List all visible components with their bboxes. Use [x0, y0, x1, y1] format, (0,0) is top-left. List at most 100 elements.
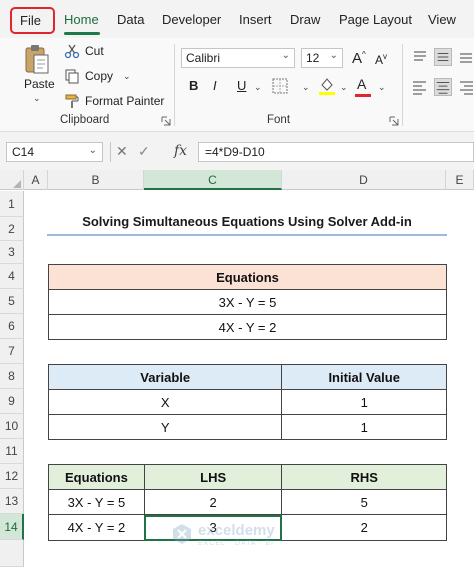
- row-header-11[interactable]: 11: [0, 439, 24, 464]
- initial-value-header[interactable]: Initial Value: [281, 364, 447, 390]
- row-header-8[interactable]: 8: [0, 364, 24, 389]
- align-left-icon[interactable]: [411, 78, 429, 96]
- column-header-d[interactable]: D: [282, 170, 446, 190]
- chevron-down-icon[interactable]: ⌄: [89, 145, 97, 156]
- lhs-header[interactable]: LHS: [143, 464, 283, 490]
- align-right-icon[interactable]: [457, 78, 474, 96]
- file-menu-button[interactable]: File: [10, 7, 55, 34]
- font-color-glyph: A: [357, 76, 367, 92]
- dialog-launcher-icon[interactable]: [161, 116, 171, 126]
- tab-data[interactable]: Data: [117, 12, 144, 27]
- tab-insert[interactable]: Insert: [239, 12, 272, 27]
- lhs-cell[interactable]: 2: [143, 489, 283, 515]
- watermark-tagline: EXCEL · DATA · BI: [198, 540, 274, 547]
- row-header-1[interactable]: 1: [0, 191, 24, 217]
- lhs-cell-active[interactable]: 3: [143, 514, 283, 541]
- font-size-select[interactable]: 12 ⌄: [301, 48, 343, 68]
- enter-icon[interactable]: ✓: [138, 143, 150, 160]
- table-row: 4X - Y = 2 3 2: [48, 514, 447, 541]
- row-header-15[interactable]: [0, 540, 24, 567]
- chevron-down-icon[interactable]: ⌄: [340, 82, 348, 93]
- row-header-4[interactable]: 4: [0, 264, 24, 289]
- row-header-9[interactable]: 9: [0, 389, 24, 414]
- bold-button[interactable]: B: [189, 78, 198, 93]
- row-header-3[interactable]: 3: [0, 241, 24, 264]
- table-row: Equations: [48, 264, 447, 290]
- column-header-a[interactable]: A: [24, 170, 48, 190]
- table-row: Equations LHS RHS: [48, 464, 447, 490]
- cancel-icon[interactable]: ✕: [116, 143, 128, 160]
- chevron-down-icon[interactable]: ⌄: [123, 71, 131, 82]
- variable-header[interactable]: Variable: [47, 364, 283, 390]
- fill-color-icon[interactable]: [318, 76, 336, 96]
- tab-view[interactable]: View: [428, 12, 456, 27]
- copy-label: Copy: [85, 69, 114, 83]
- chevron-down-icon[interactable]: ⌄: [33, 93, 41, 104]
- formula-value: =4*D9-D10: [205, 145, 265, 159]
- insert-function-button[interactable]: fx: [174, 143, 187, 159]
- rhs-header[interactable]: RHS: [281, 464, 447, 490]
- row-header-7[interactable]: 7: [0, 339, 24, 364]
- dialog-launcher-icon[interactable]: [389, 116, 399, 126]
- row-header-14[interactable]: 14: [0, 514, 24, 540]
- tab-developer[interactable]: Developer: [162, 12, 221, 27]
- equations-header[interactable]: Equations: [48, 464, 145, 490]
- chevron-down-icon[interactable]: ⌄: [254, 82, 262, 93]
- paste-button[interactable]: Paste: [24, 77, 55, 91]
- initial-value-cell[interactable]: 1: [281, 389, 447, 415]
- name-box[interactable]: C14 ⌄: [6, 142, 103, 162]
- shrink-font-button[interactable]: Av: [375, 52, 387, 67]
- variable-cell[interactable]: Y: [47, 414, 283, 440]
- grow-font-glyph: A: [352, 50, 363, 67]
- chevron-down-icon[interactable]: ⌄: [378, 82, 386, 93]
- borders-icon[interactable]: [272, 78, 290, 94]
- paintbrush-icon: [65, 94, 79, 108]
- row-header-2[interactable]: 2: [0, 217, 24, 241]
- font-name-select[interactable]: Calibri ⌄: [181, 48, 295, 68]
- name-box-value: C14: [12, 145, 35, 159]
- row-header-13[interactable]: 13: [0, 489, 24, 514]
- tab-draw[interactable]: Draw: [290, 12, 320, 27]
- column-header-e[interactable]: E: [446, 170, 474, 190]
- initial-value-cell[interactable]: 1: [281, 414, 447, 440]
- column-headers: A B C D E: [0, 170, 474, 190]
- equation-cell[interactable]: 3X - Y = 5: [48, 289, 447, 315]
- equation-cell[interactable]: 3X - Y = 5: [48, 489, 145, 515]
- clipboard-group-label: Clipboard: [60, 114, 110, 126]
- column-header-b[interactable]: B: [48, 170, 144, 190]
- cut-button[interactable]: Cut: [64, 43, 104, 59]
- row-header-5[interactable]: 5: [0, 289, 24, 314]
- font-color-swatch: [355, 94, 371, 97]
- row-header-12[interactable]: 12: [0, 464, 24, 489]
- align-center-icon[interactable]: [434, 78, 452, 96]
- active-tab-indicator: [64, 32, 100, 35]
- italic-button[interactable]: I: [213, 78, 217, 93]
- bottom-align-icon[interactable]: [457, 48, 474, 66]
- equation-cell[interactable]: 4X - Y = 2: [48, 514, 145, 541]
- rhs-cell[interactable]: 5: [281, 489, 447, 515]
- formula-input[interactable]: =4*D9-D10: [198, 142, 474, 162]
- grow-font-button[interactable]: A^: [352, 50, 366, 67]
- scissors-icon: [64, 44, 80, 59]
- middle-align-icon[interactable]: [434, 48, 452, 66]
- format-painter-button[interactable]: Format Painter: [64, 93, 164, 109]
- copy-button[interactable]: Copy ⌄: [64, 68, 131, 84]
- font-name-value: Calibri: [186, 51, 221, 65]
- select-all-button[interactable]: [0, 170, 24, 190]
- equations-header[interactable]: Equations: [48, 264, 447, 290]
- column-header-c[interactable]: C: [144, 170, 282, 190]
- paste-icon[interactable]: [24, 44, 50, 76]
- file-menu-label: File: [20, 13, 41, 28]
- cut-label: Cut: [85, 44, 104, 58]
- equation-cell[interactable]: 4X - Y = 2: [48, 314, 447, 340]
- underline-button[interactable]: U: [237, 78, 246, 93]
- tab-home[interactable]: Home: [64, 12, 99, 27]
- rhs-cell[interactable]: 2: [281, 514, 447, 541]
- font-color-button[interactable]: A: [357, 76, 366, 92]
- chevron-down-icon[interactable]: ⌄: [302, 82, 310, 93]
- tab-page-layout[interactable]: Page Layout: [339, 12, 412, 27]
- top-align-icon[interactable]: [411, 48, 429, 66]
- variable-cell[interactable]: X: [47, 389, 283, 415]
- row-header-6[interactable]: 6: [0, 314, 24, 339]
- row-header-10[interactable]: 10: [0, 414, 24, 439]
